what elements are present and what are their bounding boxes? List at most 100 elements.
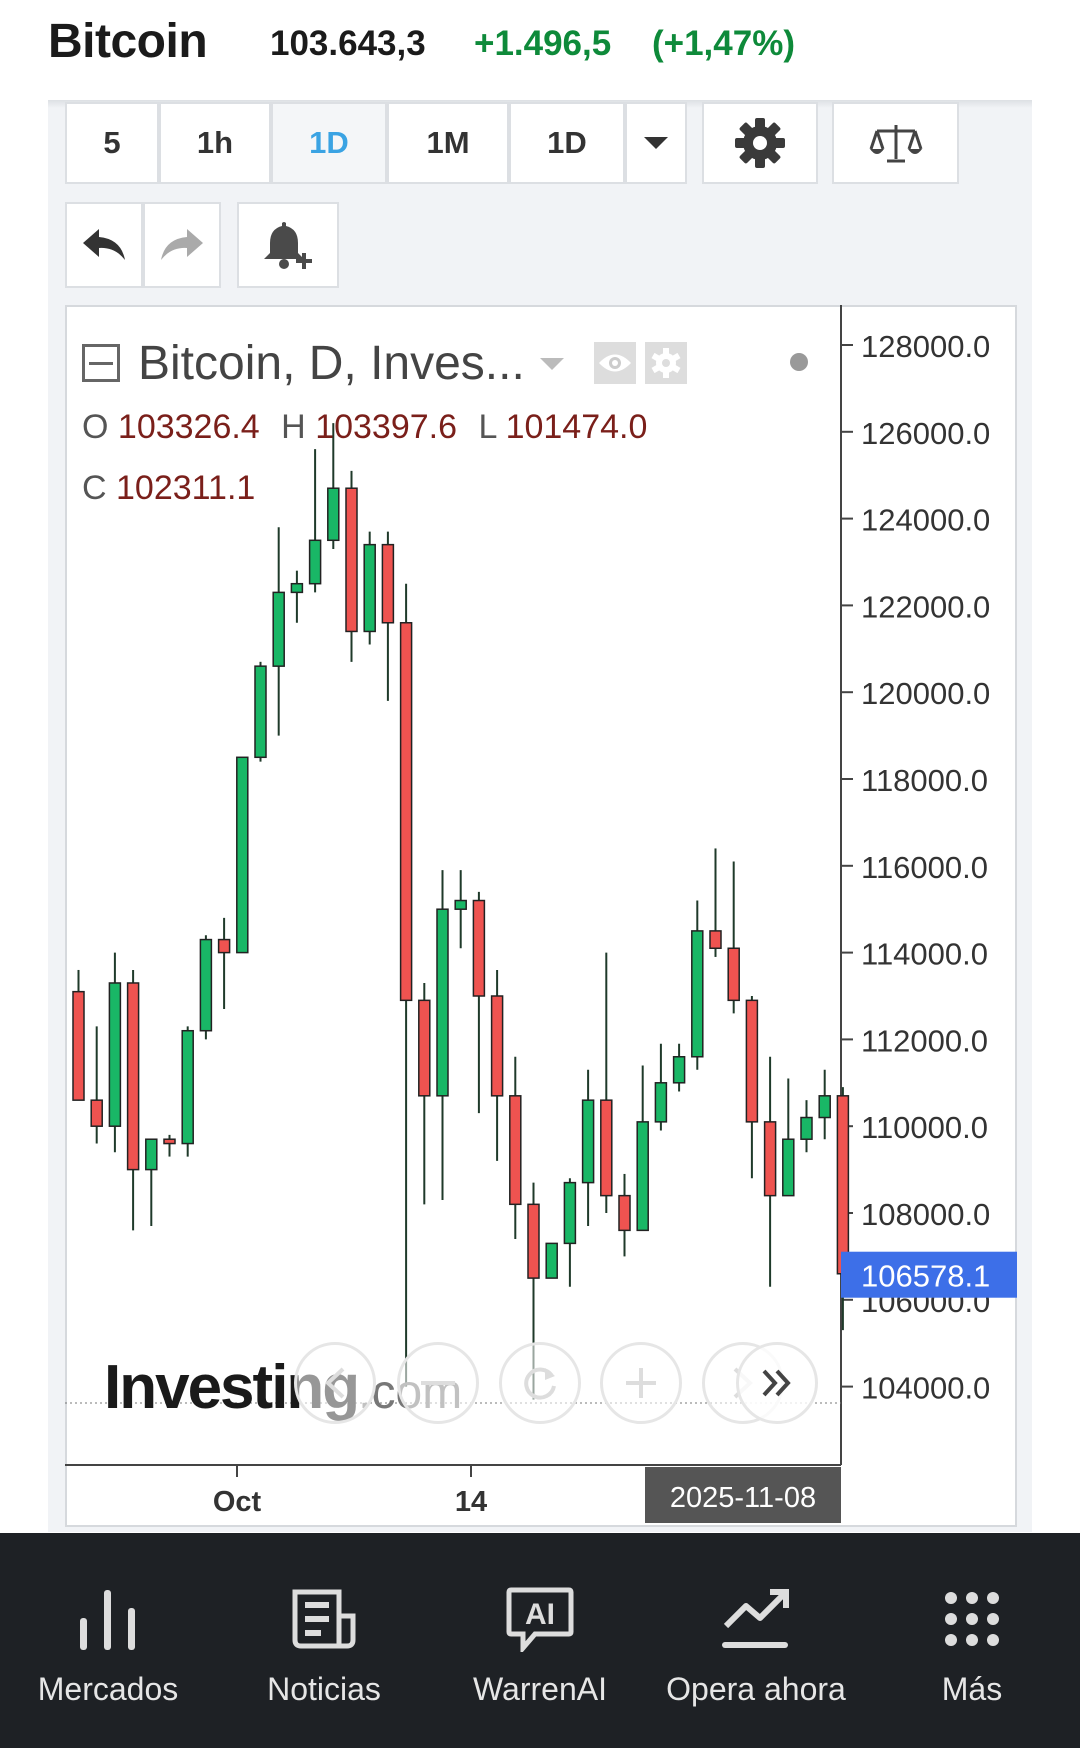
candle-body [581, 1099, 595, 1184]
candle-body [290, 582, 304, 594]
candle-body [691, 930, 704, 1058]
nav-mas[interactable]: Más [864, 1533, 1080, 1748]
candle-body [236, 756, 249, 954]
candle-body [254, 665, 267, 759]
nav-label: Mercados [37, 1671, 179, 1707]
high-label: H [281, 408, 306, 446]
reset-icon [524, 1367, 556, 1400]
open-value: 103326.4 [117, 408, 260, 446]
ai-chat-icon: AI [505, 1583, 575, 1655]
nav-label: Más [941, 1671, 1003, 1707]
candle-body [363, 543, 376, 633]
y-tick-label: 116000.0 [861, 850, 988, 885]
newspaper-icon [291, 1583, 357, 1655]
zoom-out-button[interactable] [397, 1342, 479, 1424]
high-value: 103397.6 [315, 408, 457, 446]
y-tick-label: 112000.0 [861, 1023, 988, 1058]
candle-body [654, 1082, 668, 1123]
bell-plus-icon [264, 222, 312, 269]
interval-dropdown-button[interactable] [625, 102, 687, 184]
zoom-in-button[interactable] [600, 1342, 682, 1424]
price-change: +1.496,5 [474, 24, 612, 63]
y-tick-label: 124000.0 [861, 503, 990, 538]
nav-opera-ahora[interactable]: Opera ahora [648, 1533, 864, 1748]
scale-icon [869, 125, 922, 163]
candle-body [545, 1242, 558, 1279]
ohlc-row-2: C 102311.1 [82, 469, 255, 508]
close-label: C [82, 469, 107, 507]
chart-type-button[interactable]: 1D [509, 102, 625, 184]
redo-icon [161, 229, 203, 260]
candle-body [199, 938, 213, 1032]
undo-icon [83, 229, 125, 260]
candle-body [563, 1181, 577, 1245]
y-tick-label: 126000.0 [861, 416, 990, 451]
reset-chart-button[interactable] [499, 1342, 581, 1424]
nav-label: WarrenAI [473, 1671, 607, 1707]
svg-text:AI: AI [525, 1598, 555, 1631]
interval-1h-button[interactable]: 1h [159, 102, 271, 184]
candle-body [436, 908, 449, 1097]
compare-button[interactable] [832, 102, 959, 184]
series-title[interactable]: Bitcoin, D, Inves... [138, 336, 525, 391]
candle-body [636, 1121, 649, 1232]
candle-body [818, 1095, 831, 1119]
candle-body [709, 930, 722, 950]
close-value: 102311.1 [116, 469, 256, 507]
collapse-legend-icon[interactable] [82, 344, 120, 382]
series-settings-icon[interactable] [645, 342, 687, 384]
y-tick-label: 104000.0 [861, 1371, 990, 1406]
candle-body [454, 899, 467, 910]
candle-body [672, 1056, 686, 1084]
double-chevron-right-icon [762, 1369, 791, 1397]
quote-header: Bitcoin 103.643,3 +1.496,5 (+1,47%) [0, 0, 1080, 96]
current-price-label: 106578.1 [861, 1259, 990, 1294]
crosshair-date-label: 2025-11-08 [670, 1482, 816, 1514]
candle-body [181, 1029, 194, 1145]
y-tick-label: 110000.0 [861, 1110, 988, 1145]
candle-body [618, 1194, 631, 1232]
scroll-to-latest-button[interactable] [736, 1342, 818, 1424]
caret-down-icon [644, 137, 668, 149]
candle-body [836, 1095, 850, 1275]
chevron-left-icon [325, 1367, 345, 1399]
ohlc-row-1: O 103326.4 H 103397.6 L 101474.0 [82, 408, 647, 447]
undo-button[interactable] [65, 202, 143, 288]
y-tick-label: 114000.0 [861, 937, 988, 972]
series-dropdown-icon[interactable] [540, 358, 564, 370]
redo-button[interactable] [143, 202, 221, 288]
nav-label: Noticias [267, 1671, 381, 1707]
candle-body [381, 543, 395, 624]
low-label: L [478, 408, 497, 446]
candle-body [782, 1138, 795, 1197]
candle-body [163, 1138, 176, 1145]
nav-label: Opera ahora [666, 1671, 846, 1707]
settings-button[interactable] [702, 102, 818, 184]
add-alert-button[interactable] [237, 202, 339, 288]
candle-body [145, 1138, 158, 1171]
interval-1m-button[interactable]: 1M [387, 102, 509, 184]
plus-icon [626, 1368, 656, 1398]
candle-body [472, 899, 486, 997]
interval-5-button[interactable]: 5 [65, 102, 159, 184]
interval-1d-button[interactable]: 1D [271, 102, 387, 184]
eye-icon[interactable] [594, 342, 636, 384]
candle-body [217, 938, 231, 954]
candle-body [399, 622, 413, 1002]
scroll-left-button[interactable] [294, 1342, 376, 1424]
x-tick-label: Oct [213, 1486, 262, 1518]
nav-warrenai[interactable]: AI WarrenAI [432, 1533, 648, 1748]
minus-icon [421, 1381, 455, 1385]
candle-body [308, 539, 322, 585]
candle-body [527, 1203, 540, 1279]
nav-mercados[interactable]: Mercados [0, 1533, 216, 1748]
candle-body [490, 995, 504, 1097]
y-tick-label: 118000.0 [861, 763, 988, 798]
candle-body [272, 591, 285, 667]
y-tick-label: 120000.0 [861, 676, 990, 711]
candle-body [800, 1116, 813, 1140]
last-price: 103.643,3 [270, 24, 426, 63]
low-value: 101474.0 [505, 408, 648, 446]
y-tick-label: 108000.0 [861, 1197, 990, 1232]
nav-noticias[interactable]: Noticias [216, 1533, 432, 1748]
